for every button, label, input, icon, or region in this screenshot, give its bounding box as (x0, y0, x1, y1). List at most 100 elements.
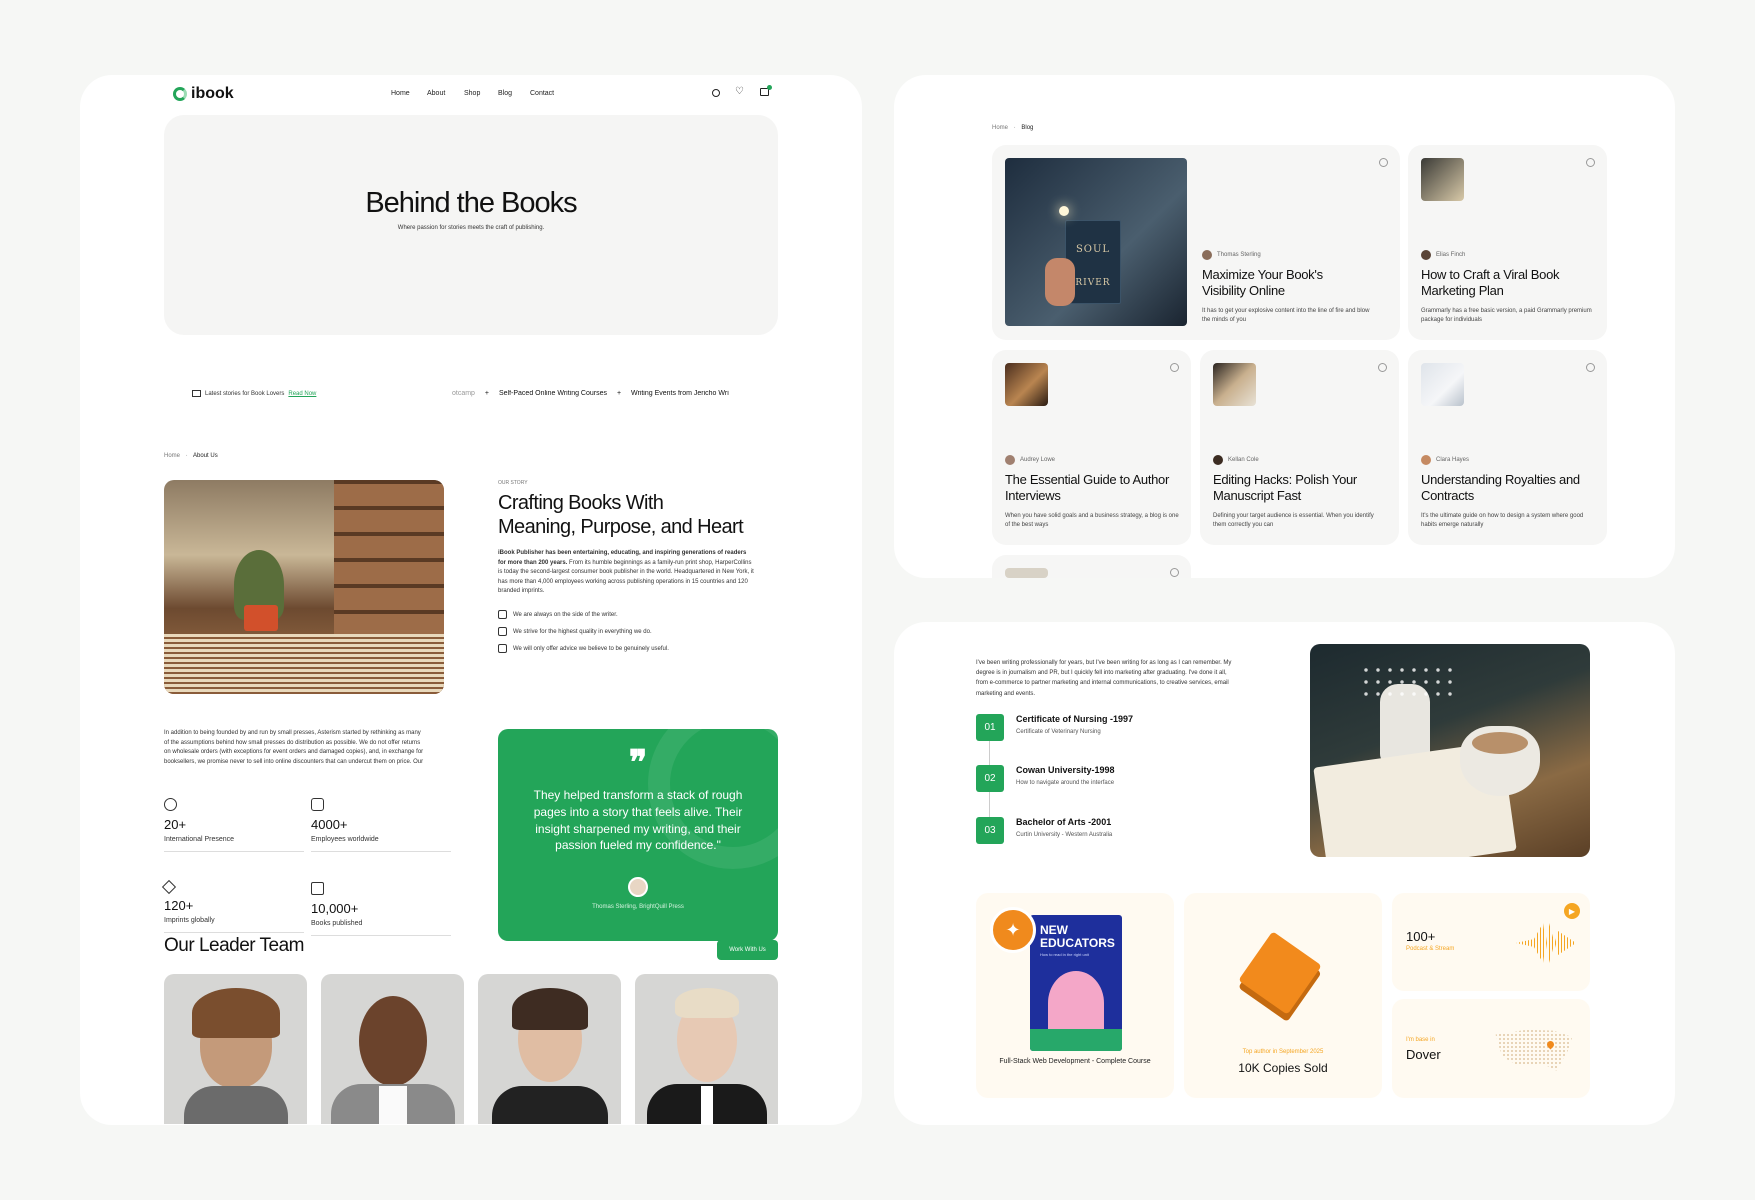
podcast-label: Podcast & Stream (1406, 946, 1455, 952)
copies-top: Top author in September 2025 (1242, 1049, 1324, 1055)
arrow-icon[interactable] (1378, 363, 1387, 372)
blog-card-partial[interactable] (992, 555, 1191, 578)
stat-books: 10,000+ Books published (311, 882, 451, 936)
arrow-icon[interactable] (1170, 568, 1179, 577)
post-author: Elias Finch (1421, 250, 1465, 260)
post-author: Kellan Cole (1213, 455, 1259, 465)
hero-title: Behind the Books (365, 187, 577, 219)
blog-card[interactable]: Elias Finch How to Craft a Viral Book Ma… (1408, 145, 1607, 340)
bullet-item: We strive for the highest quality in eve… (498, 627, 652, 636)
course-card[interactable]: NEW EDUCATORS How to read in the right u… (976, 893, 1174, 1098)
location-label: I'm base in (1406, 1037, 1435, 1043)
search-icon[interactable] (712, 89, 720, 97)
globe-icon (164, 798, 177, 811)
blog-card[interactable]: Kellan Cole Editing Hacks: Polish Your M… (1200, 350, 1399, 545)
ticker-item[interactable]: Self-Paced Online Writing Courses (499, 390, 607, 397)
sparkle-icon (161, 879, 177, 895)
quote-icon: ❞ (628, 743, 648, 783)
post-author: Clara Hayes (1421, 455, 1469, 465)
about-page-panel: ibook Home About Shop Blog Contact ♡ Beh… (80, 75, 862, 1125)
ticker-item[interactable]: otcamp (452, 390, 475, 397)
arrow-icon[interactable] (1170, 363, 1179, 372)
breadcrumb-home[interactable]: Home (992, 125, 1008, 131)
nav-about[interactable]: About (427, 90, 445, 97)
copies-card: Top author in September 2025 10K Copies … (1184, 893, 1382, 1098)
team-title: Our Leader Team (164, 935, 305, 956)
bullet-item: We are always on the side of the writer. (498, 610, 618, 619)
nav-shop[interactable]: Shop (464, 90, 480, 97)
read-now-link[interactable]: Read Now (288, 391, 316, 397)
play-button[interactable]: ▶ (1564, 903, 1580, 919)
location-city: Dover (1406, 1047, 1441, 1062)
copies-sold: 10K Copies Sold (1238, 1061, 1328, 1075)
author-avatar (1005, 455, 1015, 465)
nav-home[interactable]: Home (391, 90, 410, 97)
podcast-card[interactable]: 100+ Podcast & Stream ▶ (1392, 893, 1590, 991)
breadcrumb-home[interactable]: Home (164, 453, 180, 459)
heart-icon[interactable]: ♡ (735, 86, 744, 97)
post-thumbnail (1213, 363, 1256, 406)
bank-icon (498, 610, 507, 619)
ticker-label-area: Latest stories for Book Lovers Read Now (164, 380, 436, 410)
ticker: otcamp + Self-Paced Online Writing Cours… (452, 390, 778, 397)
timeline-step: 03 Bachelor of Arts -2001 Curtin Universit… (976, 817, 1112, 844)
ticker-item[interactable]: Writing Events from Jericho Wri (631, 390, 729, 397)
blog-card[interactable]: Audrey Lowe The Essential Guide to Autho… (992, 350, 1191, 545)
work-with-us-button[interactable]: Work With Us (717, 940, 778, 960)
team-photo[interactable] (635, 974, 778, 1124)
post-title[interactable]: Maximize Your Book's Visibility Online (1202, 267, 1352, 299)
author-avatar (1421, 250, 1431, 260)
avatar (628, 877, 648, 897)
people-icon (311, 798, 324, 811)
post-excerpt: It has to get your explosive content int… (1202, 308, 1370, 323)
post-excerpt: It's the ultimate guide on how to design… (1421, 513, 1584, 528)
author-avatar (1213, 455, 1223, 465)
team-photo[interactable] (164, 974, 307, 1124)
logo[interactable]: ibook (173, 85, 234, 103)
usa-map-icon (1495, 1029, 1573, 1071)
post-thumbnail (1421, 363, 1464, 406)
post-author: Thomas Sterling (1202, 250, 1261, 260)
arrow-icon[interactable] (1379, 158, 1388, 167)
stat-employees: 4000+ Employees worldwide (311, 798, 451, 852)
podcast-count: 100+ (1406, 929, 1436, 944)
blog-card-featured[interactable]: SOUL RIVER Thomas Sterling Maximize Your… (992, 145, 1400, 340)
author-bio: I've been writing professionally for yea… (976, 660, 1232, 697)
post-title[interactable]: Editing Hacks: Polish Your Manuscript Fa… (1213, 472, 1363, 504)
post-thumbnail (1005, 363, 1048, 406)
blog-card[interactable]: Clara Hayes Understanding Royalties and … (1408, 350, 1607, 545)
post-thumbnail (1421, 158, 1464, 201)
book-stack-illustration (1238, 931, 1322, 1015)
arrow-icon[interactable] (1586, 363, 1595, 372)
hero-section: Behind the Books Where passion for stori… (164, 115, 778, 335)
hero-subtitle: Where passion for stories meets the craf… (397, 225, 545, 231)
breadcrumb-current: About Us (193, 453, 218, 459)
coffee-book-photo (1310, 644, 1590, 857)
book-icon (192, 390, 201, 397)
bullet-item: We will only offer advice we believe to … (498, 644, 669, 653)
stat-international: 20+ International Presence (164, 798, 304, 852)
ticker-label: Latest stories for Book Lovers (205, 390, 285, 397)
post-thumbnail (1005, 568, 1048, 578)
quote-text: They helped transform a stack of rough p… (533, 788, 743, 853)
blog-page-panel: Home · Blog SOUL RIVER Thomas Sterling M… (894, 75, 1675, 578)
bookstore-photo (164, 480, 444, 694)
timeline-step: 01 Certificate of Nursing -1997 Certificat… (976, 714, 1133, 741)
nav-contact[interactable]: Contact (530, 90, 554, 97)
author-avatar (1421, 455, 1431, 465)
brand-name: ibook (191, 85, 234, 102)
plus-icon: + (616, 390, 622, 397)
plus-icon: + (484, 390, 490, 397)
post-excerpt: Grammarly has a free basic version, a pa… (1421, 308, 1592, 323)
cart-badge (767, 85, 772, 90)
team-photo[interactable] (478, 974, 621, 1124)
post-title[interactable]: How to Craft a Viral Book Marketing Plan (1421, 267, 1571, 299)
target-icon (498, 644, 507, 653)
post-title[interactable]: The Essential Guide to Author Interviews (1005, 472, 1175, 504)
seal-badge-icon: ✦ (990, 907, 1036, 953)
post-title[interactable]: Understanding Royalties and Contracts (1421, 472, 1591, 504)
nav-blog[interactable]: Blog (498, 90, 512, 97)
team-photo[interactable] (321, 974, 464, 1124)
author-page-panel: I've been writing professionally for yea… (894, 622, 1675, 1125)
arrow-icon[interactable] (1586, 158, 1595, 167)
